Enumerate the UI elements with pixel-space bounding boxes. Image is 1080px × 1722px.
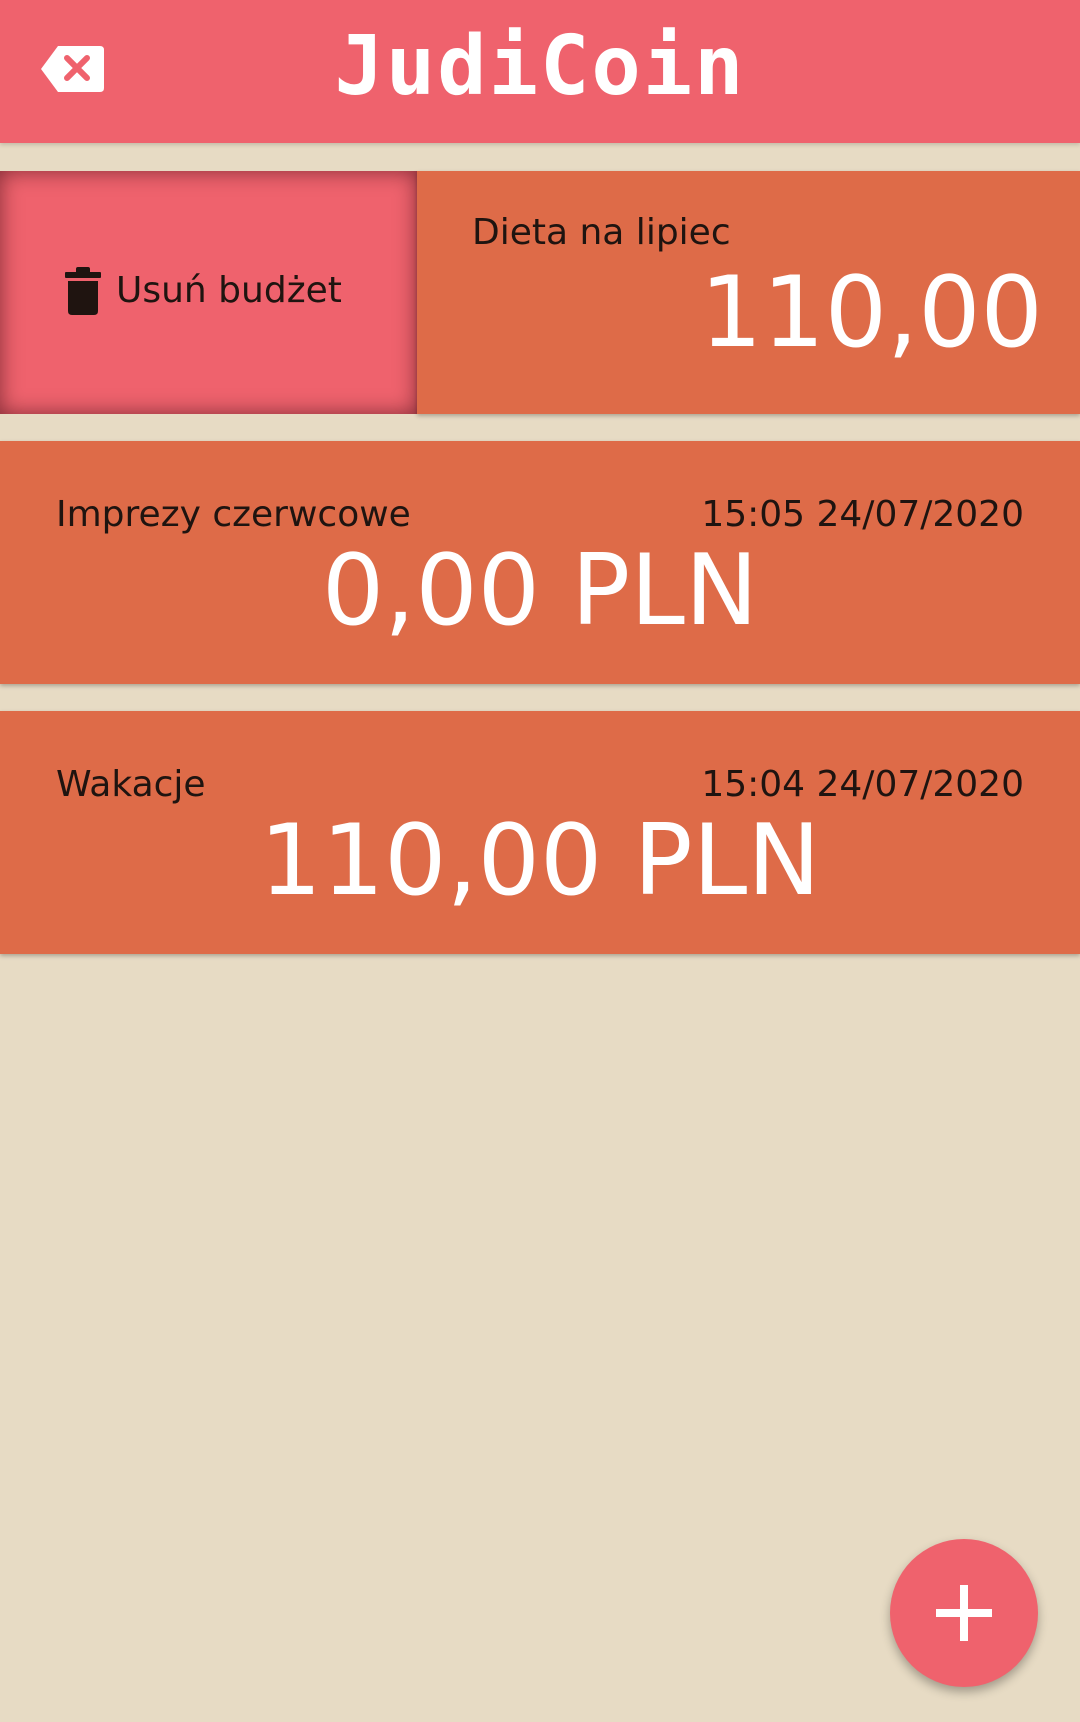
plus-icon [936, 1585, 992, 1641]
budget-amount: 0,00 PLN [321, 534, 759, 648]
budget-card[interactable]: Dieta na lipiec 110,00 PLN [417, 171, 1080, 414]
budget-date: 15:04 24/07/2020 [701, 764, 1024, 805]
trash-icon [64, 267, 102, 315]
budget-card[interactable]: Wakacje 15:04 24/07/2020 110,00 PLN [0, 711, 1080, 954]
budget-date: 15:05 24/07/2020 [701, 494, 1024, 535]
delete-budget-button[interactable]: Usuń budżet [0, 171, 417, 414]
app-bar: JudiCoin [0, 0, 1080, 143]
add-budget-button[interactable] [890, 1539, 1038, 1687]
budget-name: Dieta na lipiec [472, 212, 731, 253]
budget-amount: 110,00 PLN [700, 256, 1080, 370]
budget-amount: 110,00 PLN [259, 804, 821, 918]
budget-name: Wakacje [56, 764, 206, 805]
budget-card[interactable]: Imprezy czerwcowe 15:05 24/07/2020 0,00 … [0, 441, 1080, 684]
app-title: JudiCoin [334, 19, 746, 114]
delete-budget-label: Usuń budżet [116, 270, 342, 311]
budget-name: Imprezy czerwcowe [56, 494, 411, 535]
